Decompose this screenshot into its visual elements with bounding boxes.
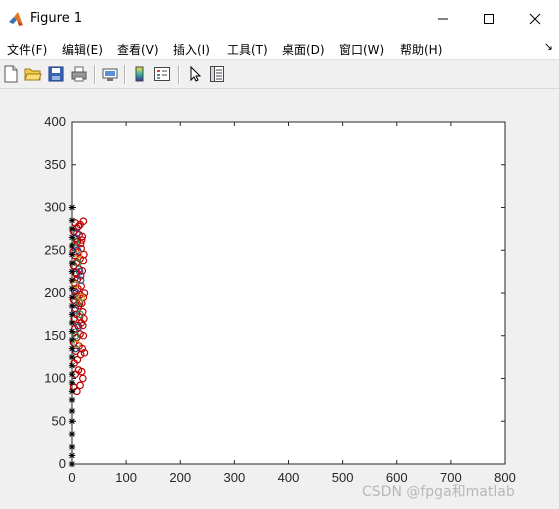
- toolbar-separator: [94, 65, 96, 84]
- insert-legend-icon[interactable]: [153, 65, 171, 83]
- save-icon[interactable]: [47, 65, 65, 83]
- scatter-point-star: [68, 302, 76, 310]
- edit-plot-arrow-icon[interactable]: [186, 65, 204, 83]
- menu-help[interactable]: 帮助(H): [400, 41, 442, 58]
- scatter-point-star: [68, 204, 76, 211]
- scatter-point-star: [68, 452, 76, 459]
- close-icon: [529, 13, 541, 24]
- x-tick-label: 0: [68, 470, 75, 485]
- y-tick-label: 100: [44, 371, 66, 386]
- scatter-point-star: [68, 388, 76, 395]
- watermark-text: CSDN @fpga和matlab: [362, 484, 515, 500]
- scatter-point-star: [68, 430, 76, 438]
- scatter-point-star: [68, 234, 76, 241]
- plot-axes[interactable]: 0 100 200 300 400 500 600 700 800050100150200250…: [0, 89, 559, 509]
- menu-tools[interactable]: 工具(T): [227, 41, 268, 58]
- scatter-point-star: [68, 285, 76, 292]
- scatter-point-star: [68, 379, 76, 386]
- axes-box: [71, 121, 506, 465]
- y-tick-label: 50: [52, 413, 66, 428]
- y-tick-label: 200: [44, 285, 66, 300]
- scatter-point-star: [68, 276, 76, 284]
- scatter-point-star: [68, 217, 76, 224]
- property-inspector-icon[interactable]: [208, 65, 226, 83]
- y-tick-label: 250: [44, 242, 66, 257]
- toolbar-separator: [178, 65, 180, 84]
- menu-file[interactable]: 文件(F): [7, 41, 47, 58]
- y-tick-label: 400: [44, 114, 66, 129]
- close-button[interactable]: [512, 0, 558, 37]
- new-figure-icon[interactable]: [2, 65, 20, 83]
- link-plot-icon[interactable]: [101, 65, 119, 83]
- toolbar-separator: [124, 65, 126, 84]
- scatter-point-star: [68, 259, 76, 267]
- print-icon[interactable]: [70, 65, 88, 83]
- scatter-point-star: [68, 371, 76, 378]
- menu-desktop[interactable]: 桌面(D): [282, 41, 325, 58]
- figure-toolbar: [0, 59, 559, 89]
- y-tick-label: 300: [44, 200, 66, 215]
- scatter-point-star: [68, 362, 76, 369]
- y-tick-label: 0: [59, 456, 66, 471]
- menu-overflow-icon[interactable]: ↘: [544, 40, 553, 53]
- scatter-point-star: [68, 328, 76, 335]
- x-tick-label: 300: [224, 470, 246, 485]
- minimize-button[interactable]: [420, 0, 466, 37]
- y-tick-label: 150: [44, 328, 66, 343]
- scatter-point-star: [68, 251, 76, 258]
- minimize-icon: [438, 18, 448, 19]
- scatter-point-star: [68, 407, 76, 415]
- x-tick-label: 200: [169, 470, 191, 485]
- scatter-point-star: [68, 225, 76, 233]
- scatter-point-star: [68, 345, 76, 352]
- scatter-point-star: [68, 418, 76, 425]
- scatter-point-star: [68, 319, 76, 327]
- insert-colorbar-icon[interactable]: [131, 65, 149, 83]
- scatter-point-star: [68, 336, 76, 344]
- maximize-icon: [484, 13, 494, 24]
- scatter-point-star: [68, 311, 76, 318]
- scatter-point-star: [68, 353, 76, 361]
- scatter-point-star: [68, 294, 76, 301]
- menu-insert[interactable]: 插入(I): [173, 41, 210, 58]
- scatter-point-star: [68, 443, 76, 451]
- scatter-point-star: [68, 242, 76, 250]
- matlab-logo-icon: [9, 12, 23, 26]
- open-file-icon[interactable]: [24, 65, 42, 83]
- x-tick-label: 100: [115, 470, 137, 485]
- x-tick-label: 400: [278, 470, 300, 485]
- maximize-button[interactable]: [466, 0, 512, 37]
- x-tick-label: 500: [332, 470, 354, 485]
- menu-view[interactable]: 查看(V): [117, 41, 159, 58]
- scatter-point-star: [68, 396, 76, 404]
- menu-window[interactable]: 窗口(W): [339, 41, 384, 58]
- title-bar: Figure 1: [0, 0, 559, 37]
- menu-edit[interactable]: 编辑(E): [62, 41, 103, 58]
- y-tick-label: 350: [44, 157, 66, 172]
- menu-bar: 文件(F) 编辑(E) 查看(V) 插入(I) 工具(T) 桌面(D) 窗口(W…: [0, 37, 559, 59]
- scatter-point-star: [68, 268, 76, 275]
- scatter-point-star: [68, 460, 76, 468]
- window-title: Figure 1: [30, 11, 83, 26]
